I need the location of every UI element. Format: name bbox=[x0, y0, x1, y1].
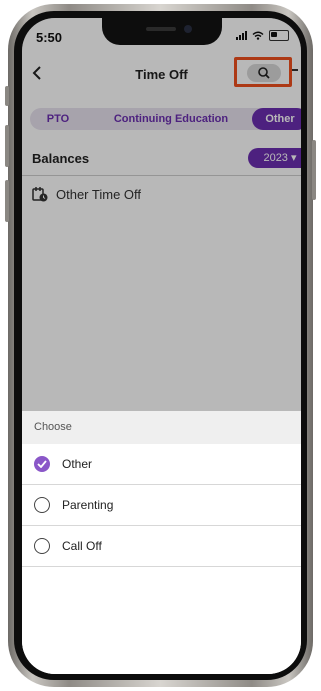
option-label: Parenting bbox=[62, 498, 114, 512]
checkmark-icon bbox=[37, 460, 47, 468]
dim-overlay[interactable] bbox=[22, 18, 301, 411]
radio-icon bbox=[34, 497, 50, 513]
option-label: Other bbox=[62, 457, 93, 471]
phone-screen: 5:50 Time Off PTO Continuing Education O… bbox=[22, 18, 301, 674]
notch bbox=[102, 18, 222, 45]
sheet-title: Choose bbox=[22, 411, 301, 444]
power-button bbox=[312, 140, 316, 200]
option-call-off[interactable]: Call Off bbox=[22, 526, 301, 567]
option-other[interactable]: Other bbox=[22, 444, 301, 485]
radio-checked-icon bbox=[34, 456, 50, 472]
radio-icon bbox=[34, 538, 50, 554]
volume-up-button bbox=[5, 125, 9, 167]
camera bbox=[184, 25, 192, 33]
mute-switch bbox=[5, 86, 9, 106]
option-label: Call Off bbox=[62, 539, 102, 553]
volume-down-button bbox=[5, 180, 9, 222]
speaker bbox=[146, 27, 176, 31]
choose-sheet: Choose Other Parenting Call Off bbox=[22, 411, 301, 674]
option-parenting[interactable]: Parenting bbox=[22, 485, 301, 526]
